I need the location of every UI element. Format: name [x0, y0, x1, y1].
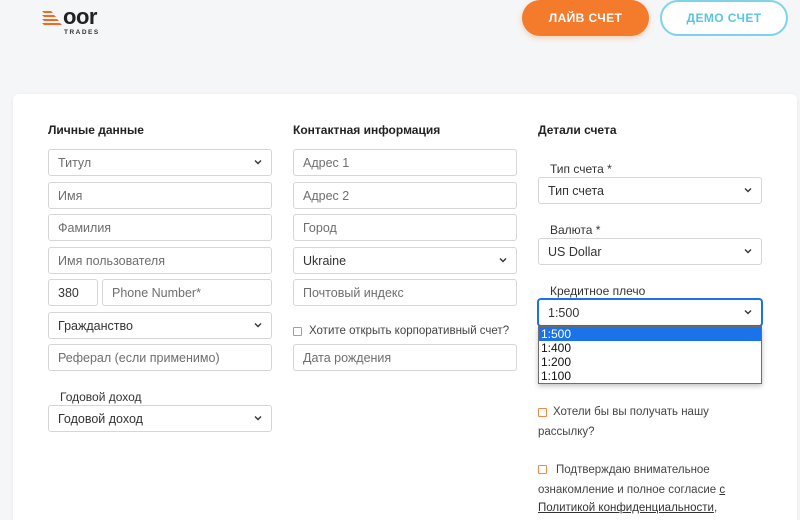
corporate-account-checkbox[interactable] [293, 327, 302, 336]
postcode-input[interactable]: Почтовый индекс [293, 279, 517, 306]
leverage-select[interactable]: 1:500 [538, 299, 762, 326]
chevron-down-icon [254, 160, 262, 165]
leverage-option[interactable]: 1:200 [539, 355, 761, 369]
logo-wordmark: oor [63, 4, 97, 29]
logo-stripes-icon [42, 11, 62, 25]
chevron-down-icon [744, 310, 752, 315]
logo-subtitle: TRADES [64, 29, 100, 36]
chevron-down-icon [254, 416, 262, 421]
leverage-option[interactable]: 1:400 [539, 341, 761, 355]
income-select[interactable]: Годовой доход [48, 405, 272, 432]
account-type-select-value: Тип счета [548, 183, 605, 198]
newsletter-label-line2: рассылку? [538, 426, 595, 438]
birthdate-input[interactable]: Дата рождения [293, 344, 517, 371]
currency-select-value: US Dollar [548, 244, 602, 259]
phone-number-input[interactable]: Phone Number* [102, 279, 272, 306]
consent-label-line3: Политикой конфиденциальности, [538, 498, 717, 518]
city-input[interactable]: Город [293, 214, 517, 241]
consent-link-prefix[interactable]: с [719, 484, 725, 496]
address2-input[interactable]: Адрес 2 [293, 182, 517, 209]
corporate-account-label: Хотите открыть корпоративный счет? [309, 325, 510, 337]
consent-label-text: ознакомление и полное согласие [538, 484, 717, 496]
leverage-dropdown-list: 1:500 1:400 1:200 1:100 [538, 326, 762, 384]
first-name-input[interactable]: Имя [48, 182, 272, 209]
account-section-title: Детали счета [538, 123, 617, 137]
username-input[interactable]: Имя пользователя [48, 247, 272, 274]
logo[interactable]: oor TRADES [42, 4, 132, 38]
consent-label-comma: , [713, 502, 718, 514]
leverage-option[interactable]: 1:100 [539, 369, 761, 383]
currency-select[interactable]: US Dollar [538, 238, 762, 265]
income-select-value: Годовой доход [58, 411, 143, 426]
consent-label-line1: Подтверждаю внимательное [556, 464, 710, 476]
citizenship-select-value: Гражданство [58, 318, 133, 333]
newsletter-checkbox[interactable] [538, 408, 547, 417]
leverage-label: Кредитное плечо [550, 284, 646, 298]
chevron-down-icon [744, 188, 752, 193]
leverage-option[interactable]: 1:500 [539, 327, 761, 341]
title-select[interactable]: Титул [48, 149, 272, 176]
referral-input[interactable]: Реферал (если применимо) [48, 344, 272, 371]
account-type-select[interactable]: Тип счета [538, 177, 762, 204]
phone-code-input[interactable]: 380 [48, 279, 98, 306]
newsletter-label-line1: Хотели бы вы получать нашу [553, 406, 709, 418]
address1-input[interactable]: Адрес 1 [293, 149, 517, 176]
consent-checkbox[interactable] [538, 465, 547, 474]
contact-section-title: Контактная информация [293, 123, 441, 137]
consent-label-line2: ознакомление и полное согласие с [538, 480, 725, 500]
country-select[interactable]: Ukraine [293, 247, 517, 274]
income-label: Годовой доход [60, 390, 142, 404]
chevron-down-icon [499, 258, 507, 263]
country-select-value: Ukraine [303, 253, 347, 268]
live-account-button[interactable]: ЛАЙВ СЧЕТ [522, 0, 649, 36]
currency-label: Валюта * [550, 223, 601, 237]
chevron-down-icon [254, 323, 262, 328]
header: oor TRADES ЛАЙВ СЧЕТ ДЕМО СЧЕТ [0, 0, 800, 80]
leverage-select-value: 1:500 [548, 305, 580, 320]
demo-account-button[interactable]: ДЕМО СЧЕТ [660, 0, 788, 36]
title-select-value: Титул [58, 155, 92, 170]
last-name-input[interactable]: Фамилия [48, 214, 272, 241]
chevron-down-icon [744, 249, 752, 254]
personal-section-title: Личные данные [48, 123, 144, 137]
citizenship-select[interactable]: Гражданство [48, 312, 272, 339]
privacy-policy-link[interactable]: Политикой конфиденциальности [538, 502, 714, 514]
account-type-label: Тип счета * [550, 162, 612, 176]
